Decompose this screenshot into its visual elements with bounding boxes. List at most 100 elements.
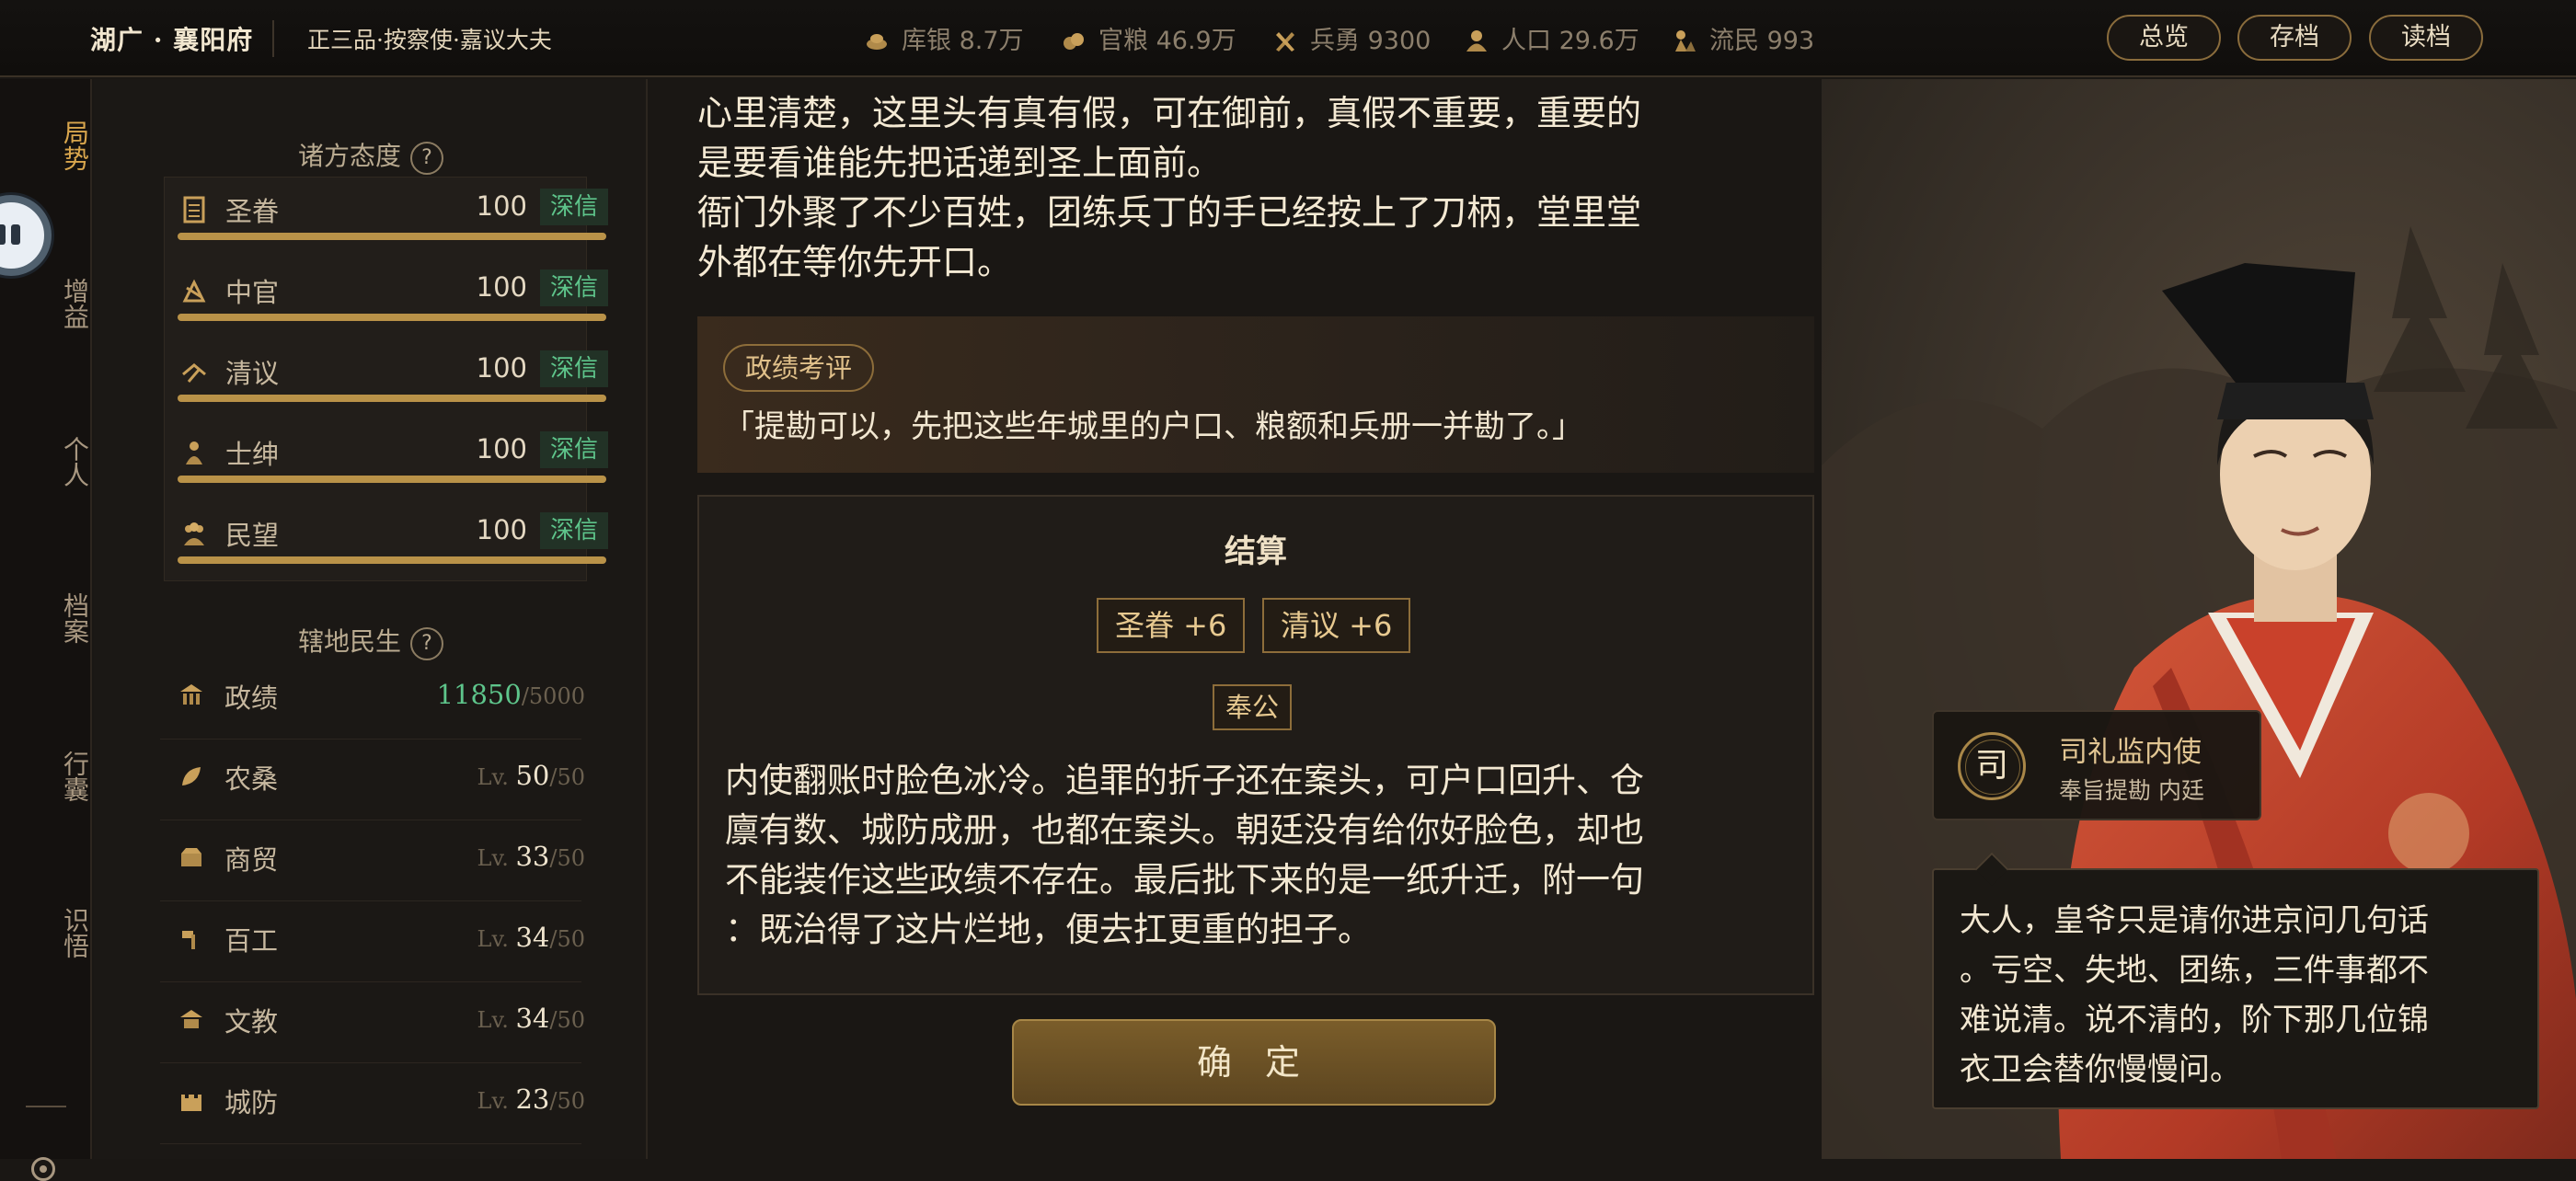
npc-seal: 司 <box>1958 732 2026 800</box>
attitude-row: 民望 100 深信 <box>165 501 608 582</box>
evaluation-comment: 政绩考评 「提勘可以，先把这些年城里的户口、粮额和兵册一并勘了。」 <box>697 316 1814 473</box>
livelihood-row: 百工 Lv. 34/50 <box>160 901 585 982</box>
eunuch-icon <box>182 279 206 303</box>
grain-icon <box>1064 33 1084 50</box>
livelihood-row: 城防 Lv. 23/50 <box>160 1063 585 1144</box>
evaluation-quote: 「提勘可以，先把这些年城里的户口、粮额和兵册一并勘了。」 <box>723 408 1583 445</box>
trust-badge: 深信 <box>540 431 608 468</box>
soldier-icon <box>1276 32 1294 52</box>
attitude-bar <box>178 314 606 321</box>
merit-name: 政绩 <box>224 682 279 714</box>
livelihood-name: 百工 <box>224 925 279 957</box>
farming-icon <box>182 767 201 785</box>
resource-silver: 库银 8.7万 <box>865 20 1024 56</box>
attitude-value: 100 <box>476 352 527 384</box>
header-divider <box>272 20 274 57</box>
attitude-value: 100 <box>476 271 527 303</box>
attitudes-help-icon[interactable]: ? <box>410 142 443 175</box>
pause-icon <box>0 224 6 245</box>
merit-row: 政绩 11850/5000 <box>160 659 585 740</box>
confirm-button[interactable]: 确 定 <box>1012 1019 1496 1106</box>
trade-icon <box>181 848 201 866</box>
evaluation-chip: 政绩考评 <box>723 344 875 392</box>
resource-silver-label: 库银 8.7万 <box>902 27 1024 55</box>
attitude-name: 中官 <box>225 277 280 308</box>
livelihood-row: 商贸 Lv. 33/50 <box>160 820 585 901</box>
livelihood-level: 33 <box>515 841 550 872</box>
scholar-icon <box>182 363 206 383</box>
nav-buffs[interactable]: 增益 <box>0 278 92 329</box>
attitude-value: 100 <box>476 433 527 464</box>
territory-help-icon[interactable]: ? <box>410 627 443 660</box>
government-hall-icon <box>180 684 202 705</box>
trust-badge: 深信 <box>540 189 608 225</box>
attitude-bar <box>178 476 606 483</box>
livelihood-row: 农桑 Lv. 50/50 <box>160 740 585 820</box>
rail-divider <box>26 1106 66 1107</box>
population-icon <box>1466 30 1487 52</box>
top-bar: 湖广 · 襄阳府 正三品·按察使·嘉议大夫 库银 8.7万 官粮 46.9万 兵… <box>0 0 2576 77</box>
trust-badge: 深信 <box>540 350 608 387</box>
status-panel: 诸方态度? 圣眷 100 深信 中官 100 深信 清议 100 深信 士绅 1… <box>94 79 648 1159</box>
overview-button[interactable]: 总览 <box>2107 15 2221 61</box>
attitude-name: 清议 <box>225 358 280 389</box>
reward-badge: 圣眷 +6 <box>1097 598 1246 653</box>
livelihood-level: 34 <box>515 922 550 953</box>
trust-badge: 深信 <box>540 512 608 549</box>
story-text: 心里清楚，这里头有真有假，可在御前，真假不重要，重要的 是要看谁能先把话递到圣上… <box>697 93 1642 282</box>
attitudes-list: 圣眷 100 深信 中官 100 深信 清议 100 深信 士绅 100 深信 <box>164 177 608 582</box>
livelihood-level: 50 <box>515 760 550 791</box>
nav-archive[interactable]: 档案 <box>0 592 92 644</box>
nav-personal[interactable]: 个人 <box>0 436 92 487</box>
attitude-value: 100 <box>476 190 527 222</box>
settlement-panel: 结算 圣眷 +6 清议 +6 奉公 内使翻账时脸色冰冷。追罪的折子还在案头，可户… <box>697 495 1814 995</box>
attitude-row: 中官 100 深信 <box>165 258 608 339</box>
silver-icon <box>867 34 887 50</box>
settlement-title: 结算 <box>1225 533 1287 570</box>
target-icon[interactable] <box>31 1157 55 1181</box>
resource-soldiers-label: 兵勇 9300 <box>1310 27 1432 55</box>
attitude-row: 圣眷 100 深信 <box>165 178 608 258</box>
npc-dialogue-bubble: 大人，皇爷只是请你进京问几句话 。亏空、失地、团练，三件事都不 难说清。说不清的… <box>1932 868 2539 1109</box>
imperial-favor-icon <box>183 196 205 224</box>
resource-population-label: 人口 29.6万 <box>1501 27 1639 55</box>
livelihood-name: 农桑 <box>224 763 279 795</box>
livelihood-name: 商贸 <box>224 844 279 876</box>
resource-refugees-label: 流民 993 <box>1709 27 1815 55</box>
resource-soldiers: 兵勇 9300 <box>1273 20 1431 56</box>
livelihood-level: 23 <box>515 1084 550 1115</box>
reward-badge: 清议 +6 <box>1262 598 1411 653</box>
npc-name: 司礼监内使 <box>2059 736 2202 769</box>
people-icon <box>184 522 204 545</box>
territory-heading: 辖地民生? <box>94 622 648 660</box>
attitudes-heading: 诸方态度? <box>94 136 648 175</box>
npc-nameplate: 司 司礼监内使 奉旨提勘 内廷 <box>1932 710 2261 820</box>
settlement-text: 内使翻账时脸色冰冷。追罪的折子还在案头，可户口回升、仓 廪有数、城防成册，也都在… <box>725 761 1644 949</box>
resource-refugees: 流民 993 <box>1673 20 1814 56</box>
nav-situation[interactable]: 局势 <box>0 120 92 171</box>
city-defense-icon <box>181 1095 201 1111</box>
nav-insight[interactable]: 识悟 <box>0 907 92 958</box>
trust-badge: 深信 <box>540 269 608 306</box>
load-button[interactable]: 读档 <box>2369 15 2483 61</box>
merit-max: /5000 <box>521 683 585 709</box>
npc-dialogue: 大人，皇爷只是请你进京问几句话 。亏空、失地、团练，三件事都不 难说清。说不清的… <box>1960 902 2429 1088</box>
attitude-name: 圣眷 <box>225 196 280 227</box>
attitude-row: 清议 100 深信 <box>165 339 608 420</box>
gentry-icon <box>186 441 202 464</box>
livelihood-level: 34 <box>515 1003 550 1034</box>
nav-bag[interactable]: 行囊 <box>0 751 92 802</box>
attitude-bar <box>178 556 606 564</box>
attitude-name: 民望 <box>225 520 280 551</box>
education-icon <box>180 1010 202 1028</box>
livelihood-row: 文教 Lv. 34/50 <box>160 982 585 1063</box>
official-rank: 正三品·按察使·嘉议大夫 <box>307 27 552 53</box>
merit-value: 11850 <box>436 679 522 710</box>
save-button[interactable]: 存档 <box>2237 15 2352 61</box>
crafts-icon <box>182 931 195 949</box>
resource-population: 人口 29.6万 <box>1465 20 1639 56</box>
refugee-icon <box>1675 30 1696 52</box>
attitude-bar <box>178 395 606 402</box>
npc-subtitle: 奉旨提勘 内廷 <box>2059 777 2204 804</box>
attitude-value: 100 <box>476 514 527 545</box>
